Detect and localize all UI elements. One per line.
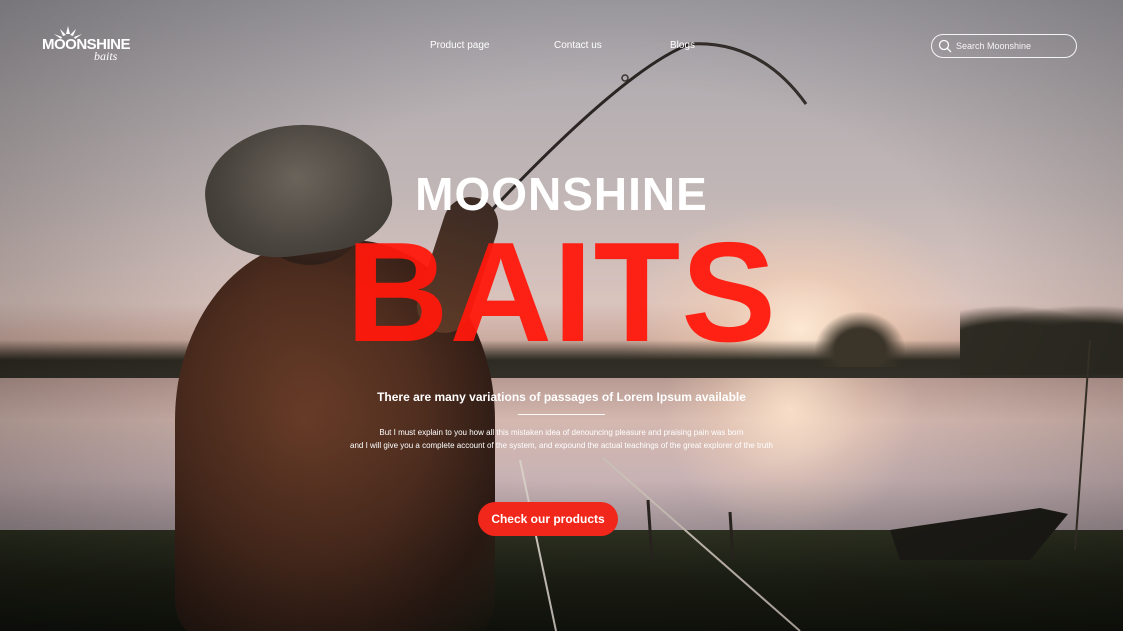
search-icon bbox=[938, 39, 952, 53]
nav-product-page[interactable]: Product page bbox=[430, 40, 490, 51]
hero-title-main: BAITS bbox=[346, 213, 777, 372]
search-box[interactable] bbox=[931, 34, 1077, 58]
hero-description: But I must explain to you how all this m… bbox=[0, 426, 1123, 452]
divider bbox=[518, 414, 605, 415]
hero-section: MOONSHINE baits Product page Contact us … bbox=[0, 0, 1123, 631]
search-input[interactable] bbox=[956, 41, 1066, 51]
hero-tagline: There are many variations of passages of… bbox=[377, 390, 746, 404]
nav-blogs[interactable]: Blogs bbox=[670, 40, 695, 51]
check-products-button[interactable]: Check our products bbox=[478, 502, 618, 536]
hero-description-line: But I must explain to you how all this m… bbox=[379, 428, 744, 437]
nav-contact-us[interactable]: Contact us bbox=[554, 40, 602, 51]
hero-description-line: and I will give you a complete account o… bbox=[350, 441, 773, 450]
